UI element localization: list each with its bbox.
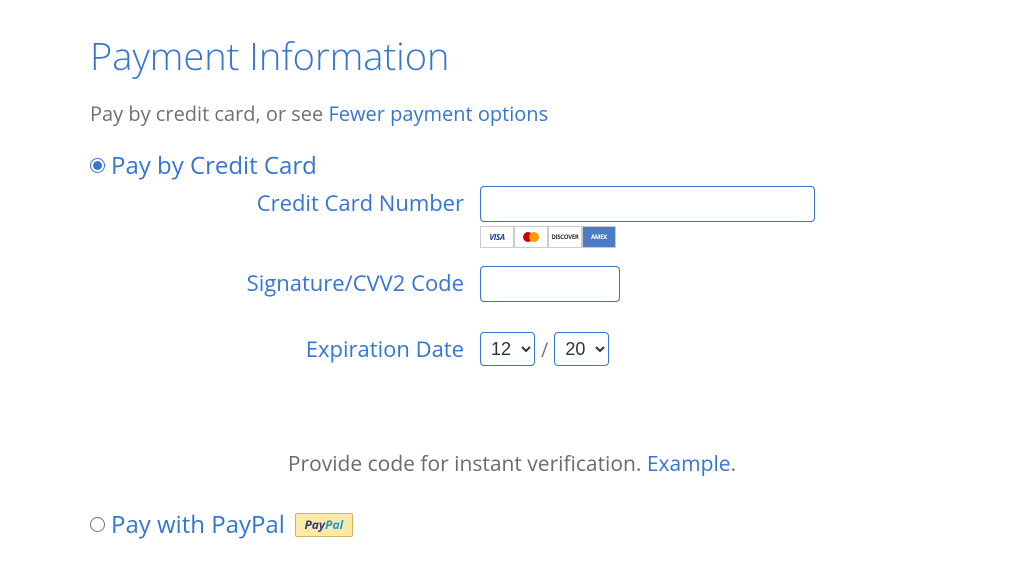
page-title: Payment Information bbox=[90, 30, 934, 82]
credit-card-option-label: Pay by Credit Card bbox=[111, 149, 317, 182]
visa-icon: VISA bbox=[480, 226, 514, 248]
fewer-options-link[interactable]: Fewer payment options bbox=[328, 100, 548, 127]
cvv-input[interactable] bbox=[480, 266, 620, 302]
cc-number-label: Credit Card Number bbox=[90, 186, 480, 218]
cc-number-input[interactable] bbox=[480, 186, 815, 222]
paypal-option-label: Pay with PayPal bbox=[111, 508, 285, 541]
amex-icon: AMEX bbox=[582, 226, 616, 248]
cvv-row: Signature/CVV2 Code bbox=[90, 266, 934, 314]
paypal-option: Pay with PayPal PayPal bbox=[90, 508, 934, 541]
exp-separator: / bbox=[541, 336, 548, 363]
exp-month-select[interactable]: 12 bbox=[480, 332, 535, 366]
expiration-label: Expiration Date bbox=[90, 332, 480, 364]
subtitle-text: Pay by credit card, or see bbox=[90, 100, 328, 127]
paypal-icon: PayPal bbox=[295, 513, 353, 537]
expiration-row: Expiration Date 12 / 20 bbox=[90, 332, 934, 380]
credit-card-option: Pay by Credit Card Credit Card Number VI… bbox=[90, 149, 934, 380]
cvv-label: Signature/CVV2 Code bbox=[90, 266, 480, 298]
paypal-radio[interactable] bbox=[90, 517, 105, 532]
exp-year-select[interactable]: 20 bbox=[554, 332, 609, 366]
mastercard-icon bbox=[514, 226, 548, 248]
verification-text: Provide code for instant verification. E… bbox=[90, 450, 934, 478]
verification-prefix: Provide code for instant verification. bbox=[288, 450, 647, 478]
cc-number-row: Credit Card Number VISA DISCOVER AMEX bbox=[90, 186, 934, 248]
discover-icon: DISCOVER bbox=[548, 226, 582, 248]
card-brand-icons: VISA DISCOVER AMEX bbox=[480, 226, 934, 248]
example-link[interactable]: Example bbox=[647, 450, 731, 478]
verification-period: . bbox=[731, 450, 737, 478]
payment-subtitle: Pay by credit card, or see Fewer payment… bbox=[90, 100, 934, 127]
credit-card-radio[interactable] bbox=[90, 158, 105, 173]
